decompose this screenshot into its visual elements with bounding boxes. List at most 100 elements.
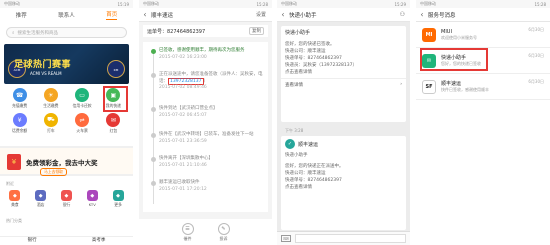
service-item[interactable]: ☀ 生活缴费 (35, 88, 66, 109)
promo-banner[interactable]: ACM 足球热门赛事 ACMI VS REALM RM (4, 44, 129, 84)
back-icon[interactable]: ‹ (416, 10, 428, 19)
account-logo-icon: MI (422, 27, 436, 42)
nearby-item[interactable]: ◆ 美食 (2, 190, 28, 208)
nearby-grid: ◆ 美食 ◆ 酒店 ◆ 银行 ◆ KTV ◆ 更多 (2, 190, 131, 208)
status-bar: 中国移动 15:29 (277, 0, 410, 8)
nearby-item[interactable]: ◆ 银行 (54, 190, 80, 208)
account-logo-icon: SF (422, 79, 436, 94)
urge-button[interactable]: ☰ 催件 (181, 222, 194, 242)
service-label: 红包 (109, 128, 118, 133)
timeline-dot (151, 157, 156, 162)
tab-recommend[interactable]: 推荐 (16, 11, 27, 19)
status-bar: 中国移动 15:28 (139, 0, 272, 8)
message-input[interactable] (295, 234, 406, 243)
card-subtitle: 快递小助手 (285, 153, 308, 158)
status-bar: 中国移动 15:28 (416, 0, 550, 8)
card-line: 快递公司：顺丰速运 (285, 49, 326, 54)
event-text: 快件在【武汉中转场】已装车，准备发往下一站 (159, 132, 254, 137)
red-envelope-icon: ¥ (7, 154, 21, 170)
banner-title: 足球热门赛事 (14, 60, 72, 70)
carrier-label: 中国移动 (420, 1, 436, 6)
courier-avatar: ✓ (285, 139, 295, 149)
clock-label: 15:28 (534, 1, 546, 7)
event-date: 2015-07-01 17:20:12 (159, 186, 207, 192)
service-label: 信用卡还款 (72, 103, 92, 108)
courier-phone-link[interactable]: 13972328137 (168, 77, 204, 85)
search-placeholder: 搜索生活服务和商品 (17, 30, 59, 36)
lottery-promo[interactable]: ¥ 免费领彩金，我去中大奖 马上去领取 (0, 146, 133, 176)
nearby-item[interactable]: ◆ 更多 (105, 190, 131, 208)
timeline-event: 已签收，感谢使用顺丰，期待再次为您服务 2015-07-02 16:23:00 (159, 48, 264, 61)
settings-button[interactable]: 设置 (256, 11, 266, 18)
service-item[interactable]: ⛟ 打车 (35, 113, 66, 134)
clock-label: 15:28 (256, 1, 268, 7)
service-item[interactable]: ✉ 红包 (98, 113, 129, 134)
tab-home[interactable]: 首页 (106, 10, 118, 20)
category-icon: ◆ (35, 190, 47, 201)
phone-assistant-screen: 中国移动 15:29 ‹ 快递小助手 ⚇ 快递小助手 您好，您的快递已签收。 快递… (277, 0, 410, 245)
view-details-link[interactable]: 查看详情 (285, 82, 303, 88)
bottom-link-bank[interactable]: 银行 (28, 237, 37, 245)
event-date: 2015-07-01 23:36:59 (159, 138, 207, 144)
back-icon[interactable]: ‹ (277, 10, 289, 19)
card-body: 您好，您的快递已签收。 快递公司：顺丰速运 快递单号：827464862397 快递员… (281, 39, 406, 78)
timestamp: 下午 3:28 (285, 128, 304, 133)
nearby-item[interactable]: ◆ 酒店 (28, 190, 54, 208)
highlight-box-assistant (420, 48, 488, 71)
bottom-link-exam[interactable]: 高考季 (92, 237, 106, 245)
message-card-signed[interactable]: 快递小助手 您好，您的快递已签收。 快递公司：顺丰速运 快递单号：827464862… (281, 26, 406, 122)
tab-contacts[interactable]: 联系人 (58, 11, 75, 19)
account-row[interactable]: MI MIUI 欢迎使用小米服务号 6月30日 (416, 22, 550, 48)
service-item[interactable]: ¥ 话费余额 (4, 113, 35, 134)
complain-button[interactable]: ✎ 投诉 (217, 222, 230, 242)
urge-label: 催件 (183, 235, 192, 241)
account-last-message: 快件已签收，感谢使用顺丰 (441, 87, 489, 92)
card-icon: ▭ (75, 88, 90, 102)
promo-button[interactable]: 马上去领取 (40, 168, 67, 176)
status-bar: 中国移动 15:19 (0, 0, 133, 8)
complain-icon: ✎ (217, 222, 230, 235)
message-card-delivering[interactable]: ✓ 顺丰速运 快递小助手 您好，您的快递正在派送中。 快递公司：顺丰速运 快递单号：… (281, 136, 406, 230)
timeline-event: 快件在【武汉中转场】已装车，准备发往下一站 2015-07-01 23:36:59 (159, 132, 264, 145)
train-icon: ⇌ (75, 113, 90, 127)
account-row[interactable]: SF 顺丰速运 快件已签收，感谢使用顺丰 6月30日 (416, 74, 550, 100)
card-footer[interactable]: 查看详情 › (281, 78, 406, 91)
page-title: 服务号消息 (428, 12, 456, 19)
banner-subtitle: ACMI VS REALM (30, 71, 62, 76)
nearby-label: 酒店 (36, 202, 45, 207)
back-icon[interactable]: ‹ (139, 10, 151, 19)
account-date: 6月30日 (528, 27, 544, 32)
event-text: 正在派送途中，请您准备签收（派件人：吴秋安，电话： 13972328137） (159, 72, 263, 85)
service-label: 生活缴费 (43, 103, 59, 108)
account-date: 6月30日 (528, 79, 544, 84)
search-input[interactable]: ⌕ 搜索生活服务和商品 (6, 27, 127, 38)
card-line: 快递单号：827464862397 (285, 56, 342, 61)
copy-button[interactable]: 复制 (249, 27, 264, 35)
carrier-label: 中国移动 (143, 1, 159, 6)
event-date: 2015-07-02 16:23:00 (159, 54, 207, 60)
car-icon: ⛟ (43, 113, 58, 127)
phone-icon: ☎ (12, 88, 27, 102)
timeline-dot (151, 133, 156, 138)
tracking-timeline: 已签收，感谢使用顺丰，期待再次为您服务 2015-07-02 16:23:00 正在… (143, 42, 268, 212)
coin-icon: ¥ (12, 113, 27, 127)
clock-label: 15:19 (117, 1, 129, 7)
service-item[interactable]: ▭ 信用卡还款 (67, 88, 98, 109)
person-icon[interactable]: ⚇ (400, 11, 405, 18)
service-label: 话费余额 (12, 128, 28, 133)
timeline-event: 正在派送途中，请您准备签收（派件人：吴秋安，电话： 13972328137） 201… (159, 72, 264, 92)
service-item[interactable]: ☎ 充值缴费 (4, 88, 35, 109)
service-item[interactable]: ⇌ 火车票 (67, 113, 98, 134)
search-icon: ⌕ (12, 30, 15, 36)
timeline-event: 快件离开【深圳集散中心】 2015-07-01 21:10:46 (159, 156, 264, 169)
phone-home-screen: 中国移动 15:19 推荐 联系人 首页 ⌕ 搜索生活服务和商品 ACM 足球热… (0, 0, 133, 245)
nearby-item[interactable]: ◆ KTV (79, 190, 105, 208)
top-tabs: 推荐 联系人 首页 (0, 8, 133, 21)
event-date: 2015-07-01 21:10:46 (159, 162, 207, 168)
nav-bar: ‹ 服务号消息 (416, 8, 550, 22)
keyboard-icon[interactable]: ⌨ (281, 235, 291, 242)
carrier-label: 中国移动 (4, 1, 20, 6)
timeline-dot (151, 181, 156, 186)
card-body: 您好，您的快递正在派送中。 快递公司：顺丰速运 快递单号：827464862397 点… (281, 161, 406, 193)
nearby-label: KTV (88, 202, 96, 207)
